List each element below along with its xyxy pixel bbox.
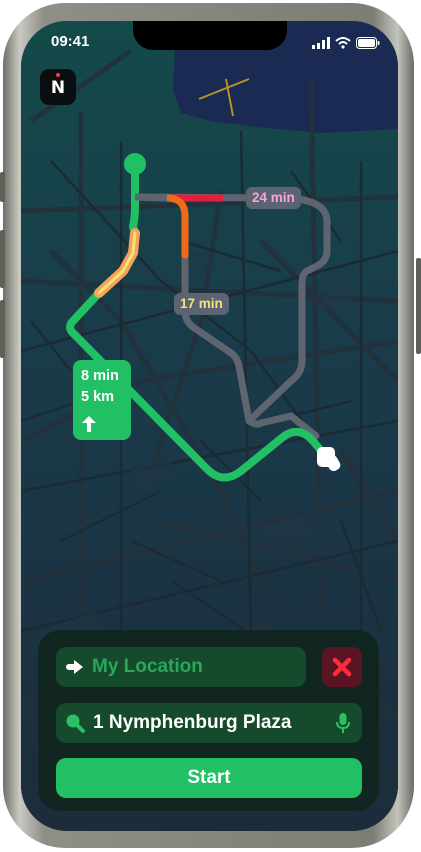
app-logo-letter: N (50, 78, 66, 98)
notification-dot (56, 73, 60, 77)
route-time-label-17[interactable]: 17 min (174, 293, 229, 315)
start-point-marker[interactable] (124, 153, 146, 175)
arrow-right-icon (66, 660, 83, 674)
destination-field[interactable]: 1 Nymphenburg Plaza (56, 703, 362, 743)
start-navigation-button[interactable]: Start (56, 758, 362, 798)
route-search-panel: 1 Nymphenburg Plaza Start (38, 630, 379, 811)
battery-icon (356, 37, 380, 49)
route-duration: 8 min (81, 368, 119, 384)
status-bar: 09:41 (21, 21, 398, 65)
route-connector (134, 193, 168, 202)
selected-route-info[interactable]: 8 min 5 km (73, 360, 131, 440)
phone-mockup: 09:41 N 24 min 17 min 8 min 5 km My Loca… (0, 0, 421, 852)
status-icons (312, 36, 380, 50)
route-distance: 5 km (81, 389, 115, 405)
camera-notch (133, 21, 287, 50)
clear-route-button[interactable] (322, 647, 362, 687)
route-time-label-24[interactable]: 24 min (246, 187, 301, 209)
wifi-icon (335, 37, 351, 49)
search-icon (66, 714, 85, 733)
phone-volume-down-button (0, 300, 5, 358)
microphone-icon[interactable] (336, 712, 350, 734)
origin-field[interactable] (56, 647, 306, 687)
app-screen: 09:41 N 24 min 17 min 8 min 5 km My Loca… (21, 21, 398, 831)
signal-icon (312, 37, 330, 49)
close-x-icon (332, 657, 352, 677)
phone-side-button (0, 172, 5, 202)
straight-arrow-icon (82, 416, 96, 432)
status-time: 09:41 (51, 33, 90, 50)
destination-value: 1 Nymphenburg Plaza (93, 712, 292, 733)
phone-volume-up-button (0, 230, 5, 288)
origin-input[interactable] (92, 647, 297, 687)
app-logo-button[interactable]: N (40, 69, 76, 105)
phone-power-button (416, 258, 421, 354)
